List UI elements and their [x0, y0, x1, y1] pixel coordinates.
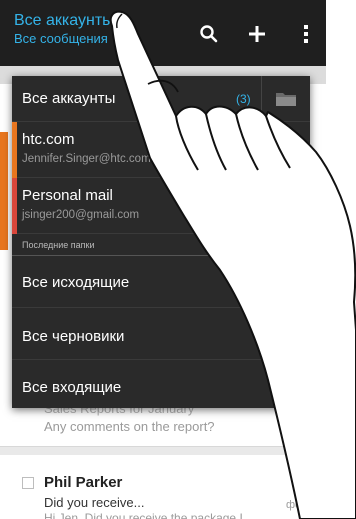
list-item[interactable]: Phil Parker Did you receive... Hi Jen, D…	[0, 455, 326, 519]
email-date: фев 08	[286, 407, 323, 419]
account-title: Все аккаунты	[14, 12, 114, 29]
account-selector[interactable]: Все аккаунты Все сообщения	[14, 12, 154, 48]
email-date: фев 07	[286, 499, 323, 511]
account-accent	[12, 178, 17, 234]
dropdown-item-drafts[interactable]: Все черновики	[12, 308, 310, 360]
unread-count: (3)	[286, 381, 301, 395]
email-preview: Did you receive...	[44, 495, 145, 510]
account-name: Personal mail	[22, 187, 113, 204]
plus-icon[interactable]	[245, 22, 269, 46]
dropdown-item-account-htc[interactable]: htc.com Jennifer.Singer@htc.com	[12, 122, 310, 178]
account-email: Jennifer.Singer@htc.com	[22, 153, 151, 165]
account-dropdown: Все аккаунты (3) htc.com Jennifer.Singer…	[12, 76, 310, 408]
email-sender: Phil Parker	[44, 474, 123, 491]
account-name: htc.com	[22, 131, 75, 148]
dropdown-item-label: Все аккаунты	[22, 90, 116, 107]
section-title: Последние папки	[22, 240, 95, 250]
search-icon[interactable]	[197, 22, 221, 46]
folder-label: Все входящие	[22, 379, 122, 396]
dropdown-item-account-personal[interactable]: Personal mail jsinger200@gmail.com	[12, 178, 310, 234]
folder-subtitle: Все сообщения	[14, 31, 108, 46]
folder-label: Все черновики	[22, 328, 125, 345]
dropdown-item-all-accounts[interactable]: Все аккаунты (3)	[12, 76, 310, 122]
folder-label: Все исходящие	[22, 274, 130, 291]
folder-icon[interactable]	[261, 76, 310, 121]
account-accent	[12, 122, 17, 178]
divider	[0, 447, 326, 455]
dropdown-item-inbox[interactable]: Все входящие (3)	[12, 360, 310, 408]
overflow-menu-icon[interactable]	[294, 22, 318, 46]
select-checkbox[interactable]	[22, 477, 34, 489]
email-preview-body: Hi Jen, Did you receive the package I	[44, 511, 243, 519]
dropdown-item-outbox[interactable]: Все исходящие	[12, 256, 310, 308]
action-bar: Все аккаунты Все сообщения	[0, 0, 326, 66]
email-preview: Any comments on the report?	[44, 419, 215, 434]
recent-folders-header: Последние папки	[12, 234, 310, 256]
account-email: jsinger200@gmail.com	[22, 209, 140, 221]
unread-count: (3)	[236, 92, 251, 106]
phone-screen: 08 Sales Reports for January Any comment…	[0, 0, 356, 519]
account-color-strip	[0, 132, 8, 250]
